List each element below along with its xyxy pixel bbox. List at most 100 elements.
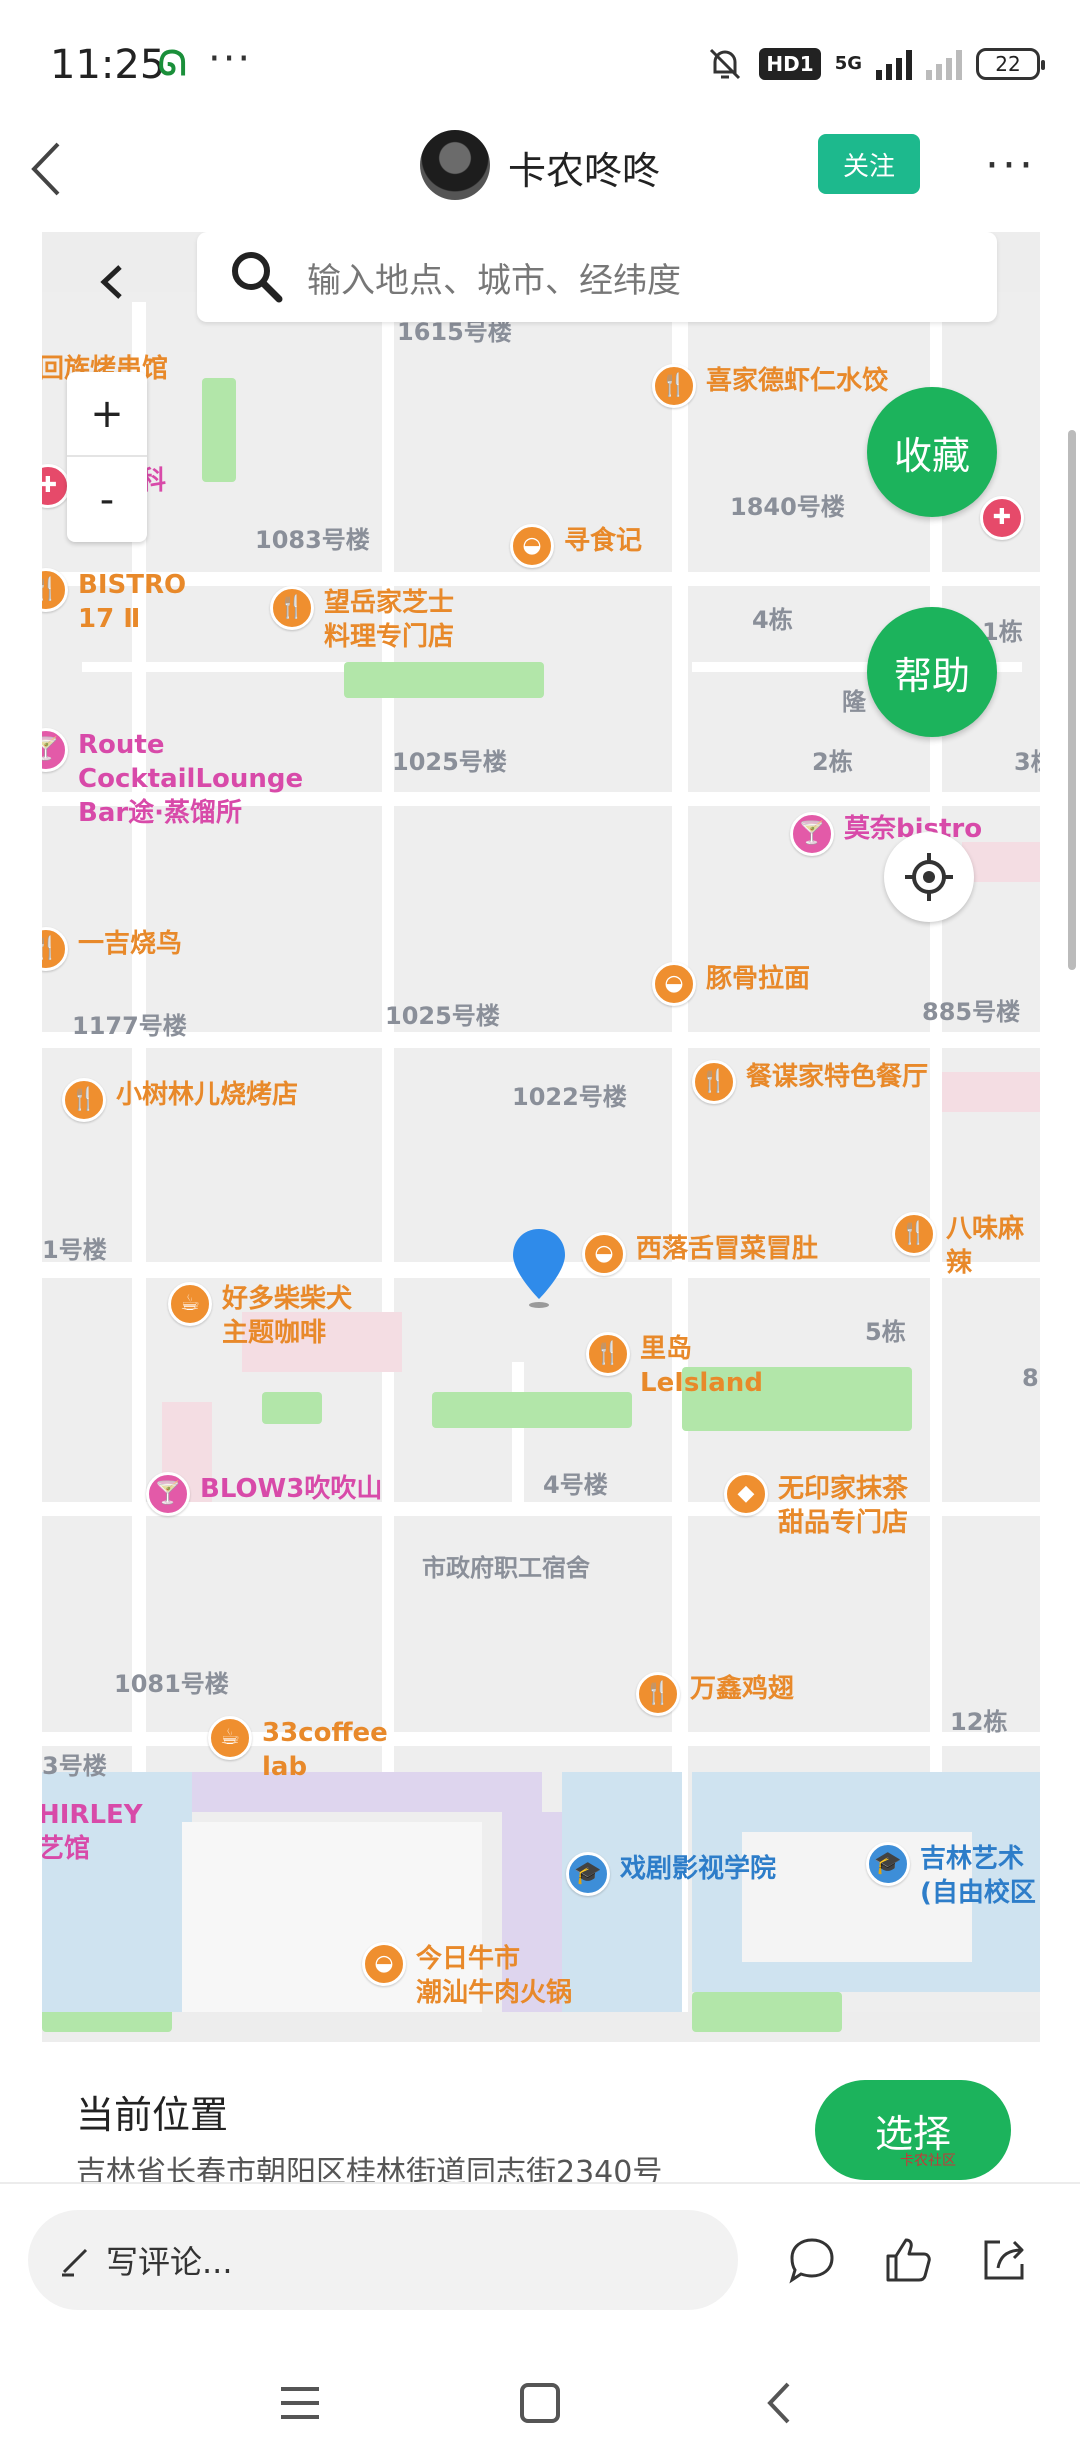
map-poi[interactable]: 🍴 一吉烧鸟 <box>42 927 182 971</box>
map-poi[interactable]: ◒ 豚骨拉面 <box>652 962 810 1006</box>
comment-button[interactable] <box>780 2228 844 2292</box>
map-poi[interactable]: ◆ 无印家抹茶 甜品专门店 <box>724 1472 908 1540</box>
watermark: 卡农社区 <box>900 2153 956 2169</box>
map-poi[interactable]: 🍸 BLOW3吹吹山 <box>146 1472 382 1516</box>
restaurant-icon: ◒ <box>510 524 554 568</box>
restaurant-icon: 🍴 <box>586 1332 630 1376</box>
building-label: 1840号楼 <box>730 493 845 521</box>
nav-back-button[interactable] <box>740 2368 820 2438</box>
map-poi[interactable]: ◒ 西落舌冒菜冒肚 <box>582 1232 818 1276</box>
restaurant-icon: 🍴 <box>270 586 314 630</box>
author-name[interactable]: 卡农咚咚 <box>508 140 660 195</box>
map-view[interactable]: 1615号楼 1083号楼 1840号楼 4栋 1栋 隆 1025号楼 2栋 3… <box>42 232 1040 2042</box>
map-poi[interactable]: HIRLEY 艺馆 <box>42 1798 143 1866</box>
map-poi[interactable]: 🎓 戏剧影视学院 <box>566 1852 776 1896</box>
building-label: 2栋 <box>812 748 853 776</box>
search-placeholder: 输入地点、城市、经纬度 <box>307 260 681 301</box>
signal-2-icon <box>926 48 962 80</box>
building-label: 8 <box>1022 1364 1039 1392</box>
map-poi[interactable]: ◒ 寻食记 <box>510 524 642 568</box>
building-label: 隆 <box>842 688 866 716</box>
building-label: 1025号楼 <box>385 1002 500 1030</box>
system-nav-bar <box>0 2340 1080 2460</box>
map-poi[interactable]: 🍴 BISTRO 17 Ⅱ <box>42 568 186 636</box>
divider <box>0 2182 1080 2184</box>
home-button[interactable] <box>500 2368 580 2438</box>
map-poi[interactable]: ☕ 33coffee lab <box>208 1716 388 1784</box>
restaurant-icon: 🍴 <box>892 1212 936 1256</box>
chevron-left-icon <box>100 265 122 299</box>
building-label: 3栋 <box>1014 748 1040 776</box>
help-button[interactable]: 帮助 <box>867 607 997 737</box>
restaurant-icon: 🍴 <box>636 1672 680 1716</box>
school-icon: 🎓 <box>566 1852 610 1896</box>
thumbs-up-icon <box>886 2238 931 2282</box>
map-poi[interactable]: ◒ 今日牛市 潮汕牛肉火锅 <box>362 1942 572 2010</box>
location-title: 当前位置 <box>76 2093 229 2137</box>
map-poi[interactable]: ✚ <box>980 496 1024 540</box>
status-icons: HD1 5G 22 <box>705 44 1045 84</box>
share-button[interactable] <box>972 2228 1036 2292</box>
chevron-left-icon <box>31 142 60 196</box>
battery-icon: 22 <box>976 48 1045 80</box>
building-label: 12栋 <box>950 1708 1008 1736</box>
map-poi[interactable]: 🍴 里岛 LeIsland <box>586 1332 763 1400</box>
hospital-icon: ✚ <box>980 496 1024 540</box>
map-back-button[interactable] <box>62 242 162 322</box>
hd-badge: HD1 <box>759 48 821 80</box>
bar-icon: 🍸 <box>790 812 834 856</box>
menu-icon <box>281 2387 319 2419</box>
map-poi[interactable]: 🍴 望岳家芝士 料理专门店 <box>270 586 454 654</box>
carrier-icon: ᘏ <box>158 44 187 84</box>
locate-button[interactable] <box>884 832 974 922</box>
dessert-icon: ◆ <box>724 1472 768 1516</box>
crosshair-icon <box>905 853 953 901</box>
building-label: 1081号楼 <box>114 1670 229 1698</box>
restaurant-icon: ◒ <box>362 1942 406 1986</box>
avatar[interactable] <box>420 130 490 200</box>
building-label: 4号楼 <box>543 1471 608 1499</box>
zoom-control: + - <box>67 372 147 542</box>
comment-icon <box>789 2238 834 2284</box>
building-label: 1025号楼 <box>392 748 507 776</box>
restaurant-icon: 🍴 <box>652 364 696 408</box>
favorite-button[interactable]: 收藏 <box>867 387 997 517</box>
home-square-icon <box>520 2383 560 2423</box>
building-label: 5栋 <box>865 1318 906 1346</box>
map-poi[interactable]: 🍴 餐谋家特色餐厅 <box>692 1060 928 1104</box>
bar-icon: 🍸 <box>146 1472 190 1516</box>
signal-icon <box>876 48 912 80</box>
map-poi[interactable]: 🍴 万鑫鸡翅 <box>636 1672 794 1716</box>
zoom-in-button[interactable]: + <box>67 372 147 457</box>
map-poi[interactable]: ☕ 好多柴柴犬 主题咖啡 <box>168 1282 352 1350</box>
map-poi[interactable]: 🎓 吉林艺术 (自由校区 <box>866 1842 1036 1910</box>
restaurant-icon: 🍴 <box>62 1078 106 1122</box>
more-options-button[interactable]: ··· <box>985 140 1036 191</box>
menu-button[interactable] <box>260 2368 340 2438</box>
search-input[interactable]: 输入地点、城市、经纬度 <box>197 232 997 322</box>
scrollbar[interactable] <box>1068 430 1076 970</box>
map-poi[interactable]: 🍸 Route CocktailLounge Bar途·蒸馏所 <box>42 728 303 830</box>
zoom-out-button[interactable]: - <box>67 457 147 542</box>
pencil-icon <box>62 2248 88 2277</box>
status-bar: 11:25 ᘏ ··· HD1 5G 22 <box>0 0 1080 130</box>
building-label: 市政府职工宿舍 <box>422 1554 590 1582</box>
restaurant-icon: 🍴 <box>692 1060 736 1104</box>
building-label: 3号楼 <box>42 1752 107 1780</box>
map-poi[interactable]: 🍴 八味麻辣 <box>892 1212 1040 1280</box>
map-search-bar: 输入地点、城市、经纬度 <box>42 232 1040 327</box>
building-label: 1083号楼 <box>255 526 370 554</box>
share-icon <box>984 2240 1024 2280</box>
comment-input[interactable]: 写评论... <box>28 2210 738 2310</box>
back-arrow-icon <box>767 2382 790 2424</box>
current-location-panel: 当前位置 吉林省长春市朝阳区桂林街道同志街2340号 选择 <box>42 2042 1040 2183</box>
post-header: 卡农咚咚 关注 ··· <box>0 120 1080 230</box>
location-address: 吉林省长春市朝阳区桂林街道同志街2340号 <box>76 2155 663 2183</box>
restaurant-icon: ◒ <box>582 1232 626 1276</box>
map-poi[interactable]: 🍴 小树林儿烧烤店 <box>62 1078 298 1122</box>
map-poi[interactable]: 🍴 喜家德虾仁水饺 <box>652 364 888 408</box>
cafe-icon: ☕ <box>208 1716 252 1760</box>
like-button[interactable] <box>876 2228 940 2292</box>
follow-button[interactable]: 关注 <box>818 134 920 194</box>
back-button[interactable] <box>20 134 90 214</box>
